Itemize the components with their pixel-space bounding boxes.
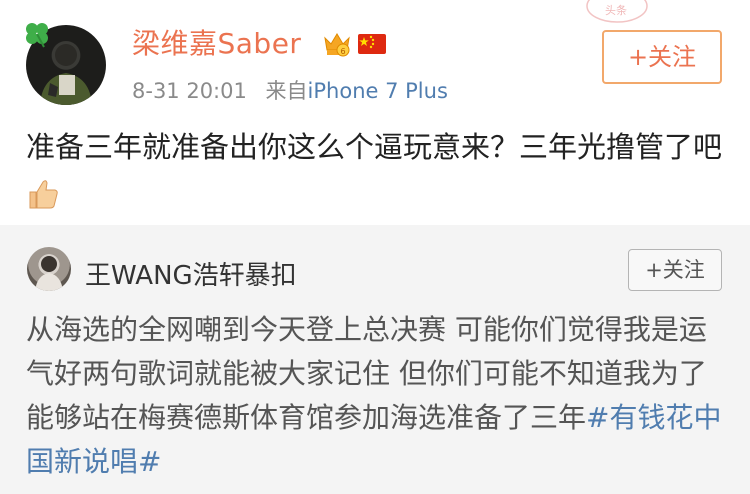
svg-text:6: 6 <box>340 47 345 56</box>
follow-button[interactable]: +关注 <box>602 30 722 84</box>
crown-vip-icon: 6 <box>324 33 350 57</box>
repost-avatar-image <box>35 256 63 291</box>
repost-author-name[interactable]: 王WANG浩轩暴扣 <box>85 255 297 292</box>
source-device-link[interactable]: iPhone 7 Plus <box>308 79 448 103</box>
weibo-screenshot: 头条 梁维嘉Saber 6 8-31 20:01 来自iPhone 7 Plus… <box>0 0 750 494</box>
repost-author-avatar[interactable] <box>27 247 71 291</box>
post-timestamp: 8-31 20:01 <box>132 79 247 103</box>
post-meta: 8-31 20:01 来自iPhone 7 Plus <box>132 75 448 105</box>
watermark-stamp: 头条 <box>586 0 648 23</box>
repost-card[interactable]: 王WANG浩轩暴扣 +关注 从海选的全网嘲到今天登上总决赛 可能你们觉得我是运气… <box>0 225 750 494</box>
post-card: 头条 梁维嘉Saber 6 8-31 20:01 来自iPhone 7 Plus… <box>0 0 750 225</box>
post-text: 准备三年就准备出你这么个逼玩意来？三年光撸管了吧 <box>26 123 726 219</box>
repost-follow-button[interactable]: +关注 <box>628 249 722 291</box>
author-name[interactable]: 梁维嘉Saber <box>132 22 301 62</box>
china-flag-icon <box>358 34 386 54</box>
source-prefix: 来自 <box>265 79 308 103</box>
post-body: 准备三年就准备出你这么个逼玩意来？三年光撸管了吧 <box>26 130 723 164</box>
repost-text: 从海选的全网嘲到今天登上总决赛 可能你们觉得我是运气好两句歌词就能被大家记住 但… <box>26 308 731 484</box>
clover-icon <box>26 23 48 48</box>
thumbs-up-icon <box>29 180 58 209</box>
svg-text:头条: 头条 <box>605 3 627 17</box>
author-avatar[interactable] <box>26 23 106 105</box>
